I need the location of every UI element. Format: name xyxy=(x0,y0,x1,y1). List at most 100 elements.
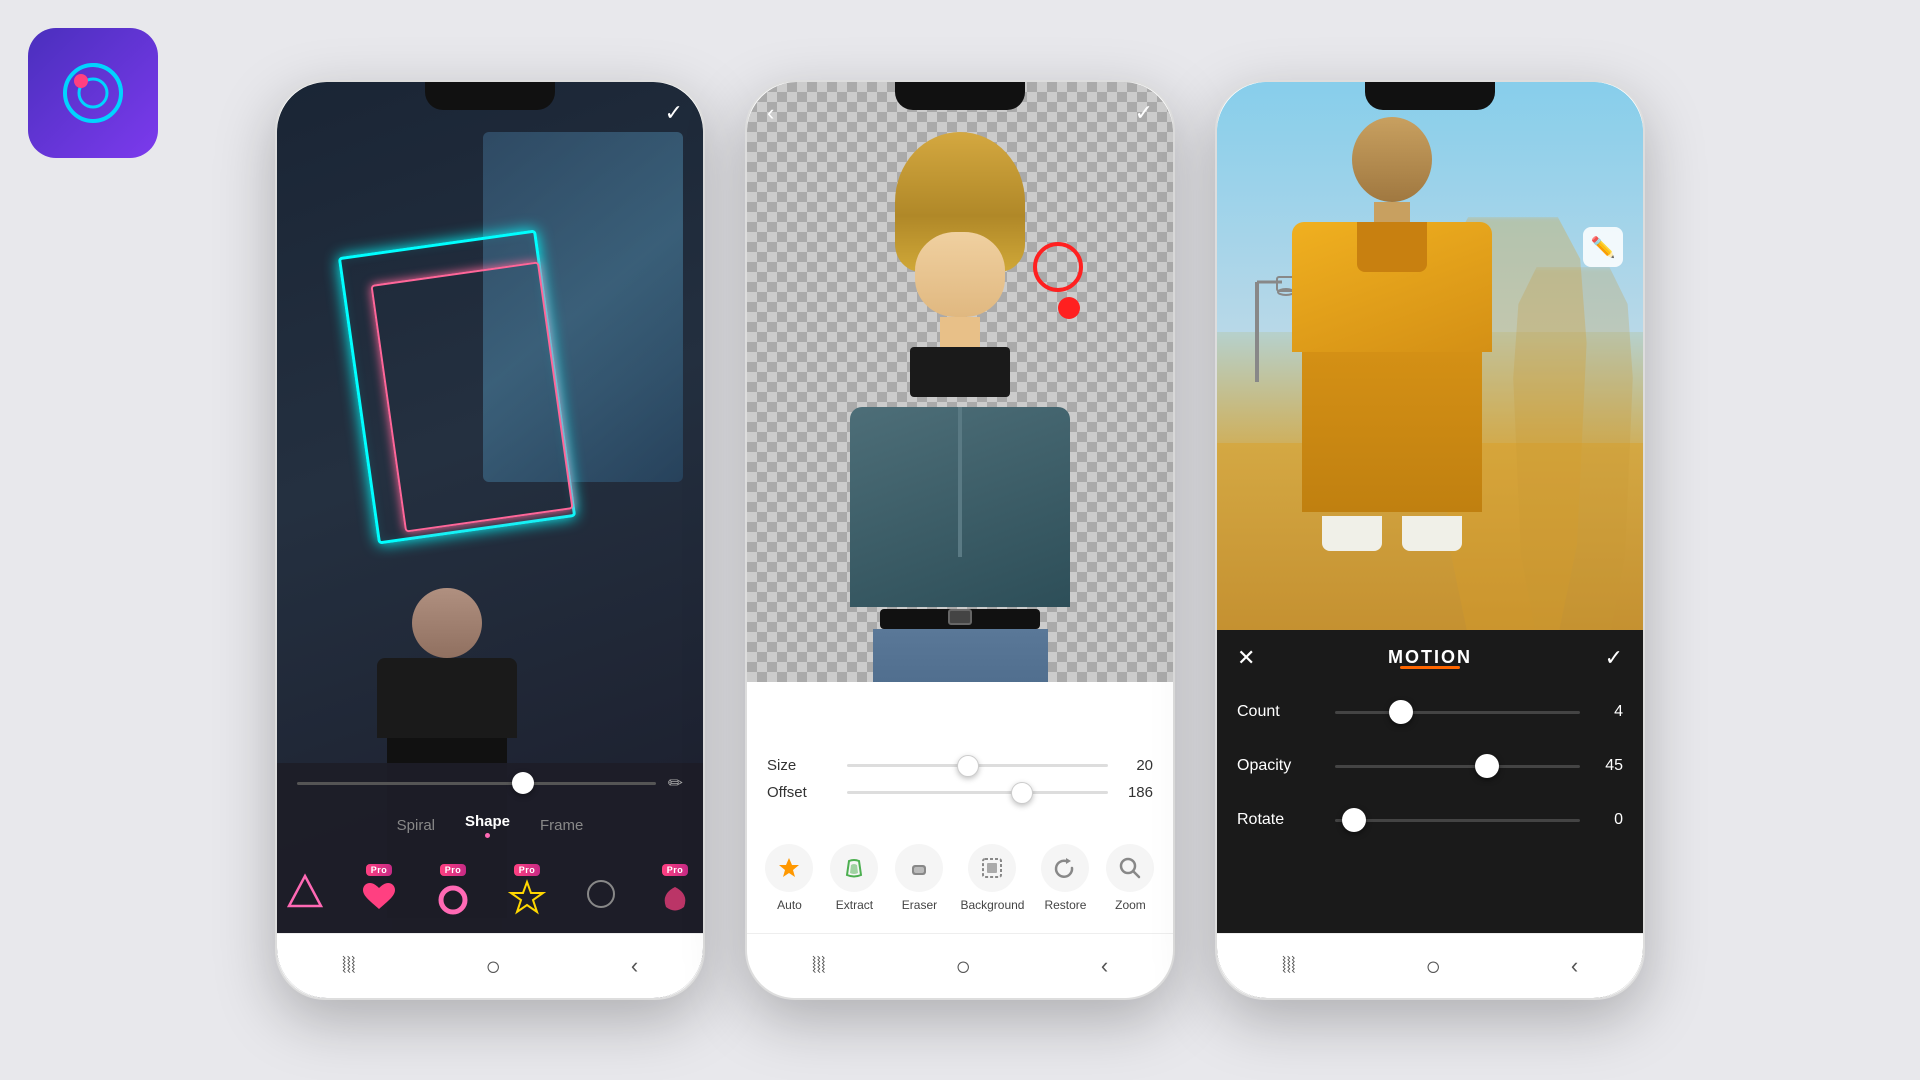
shape-abstract[interactable]: Pro xyxy=(647,858,703,923)
photo-area-3: ✏️ xyxy=(1217,82,1643,637)
pro-badge-ring: Pro xyxy=(440,864,467,876)
hoodie-pocket xyxy=(1357,222,1427,272)
pro-badge: Pro xyxy=(366,864,393,876)
rotate-row: Rotate 0 xyxy=(1237,801,1623,839)
woman-belt xyxy=(880,609,1040,629)
shape-tabs: Spiral Shape Frame xyxy=(277,803,703,848)
bottom-nav-1: ⦚⦚⦚ ○ ‹ xyxy=(277,933,703,998)
nav-menu-icon-3[interactable]: ⦚⦚⦚ xyxy=(1282,953,1296,979)
tool-icons-row: Auto Extract Eraser xyxy=(747,823,1173,933)
shoe-left xyxy=(1322,516,1382,551)
slider-area-1: ✏ xyxy=(277,763,703,803)
tool-restore[interactable]: Restore xyxy=(1041,844,1089,912)
head xyxy=(412,588,482,658)
main-person-container xyxy=(1287,117,1497,637)
offset-slider-thumb[interactable] xyxy=(1011,782,1033,804)
rotate-slider-thumb[interactable] xyxy=(1342,808,1366,832)
count-value: 4 xyxy=(1588,703,1623,721)
motion-check-button[interactable]: ✓ xyxy=(1605,645,1623,671)
opacity-slider-track-3[interactable] xyxy=(1335,765,1580,768)
nav-home-icon-2[interactable]: ○ xyxy=(955,951,971,982)
restore-icon xyxy=(1041,844,1089,892)
zoom-label: Zoom xyxy=(1115,898,1146,912)
belt-buckle xyxy=(948,609,972,625)
hoodie-top xyxy=(1292,222,1492,352)
tool-eraser[interactable]: Eraser xyxy=(895,844,943,912)
nav-menu-icon-2[interactable]: ⦚⦚⦚ xyxy=(812,953,826,979)
nav-home-icon-3[interactable]: ○ xyxy=(1425,951,1441,982)
zoom-icon xyxy=(1106,844,1154,892)
size-label: Size xyxy=(767,757,837,774)
main-head xyxy=(1352,117,1432,202)
shape-star[interactable]: Pro xyxy=(499,858,555,923)
nav-back-icon-2[interactable]: ‹ xyxy=(1101,953,1108,979)
tab-spiral[interactable]: Spiral xyxy=(397,817,435,835)
background-label: Background xyxy=(960,898,1024,912)
motion-close-button[interactable]: ✕ xyxy=(1237,645,1255,671)
woman-jacket xyxy=(850,407,1070,607)
check-button-2[interactable]: ✓ xyxy=(1135,100,1153,126)
basketball-pole xyxy=(1242,262,1292,387)
bottom-nav-2: ⦚⦚⦚ ○ ‹ xyxy=(747,933,1173,998)
eraser-tool-icon[interactable]: ✏ xyxy=(668,773,683,794)
extract-icon xyxy=(830,844,878,892)
woman-top xyxy=(910,347,1010,397)
nav-home-icon[interactable]: ○ xyxy=(485,951,501,982)
tool-controls-2: Size 20 Offset 186 xyxy=(747,745,1173,823)
extract-label: Extract xyxy=(836,898,873,912)
opacity-label: Opacity xyxy=(1237,757,1327,775)
woman-shorts xyxy=(873,629,1048,682)
offset-label: Offset xyxy=(767,784,837,801)
notch-2 xyxy=(895,82,1025,110)
eraser-label: Eraser xyxy=(902,898,937,912)
rotate-slider-track[interactable] xyxy=(1335,819,1580,822)
pro-badge-abstract: Pro xyxy=(662,864,689,876)
shape-circle[interactable] xyxy=(573,858,629,923)
nav-back-icon[interactable]: ‹ xyxy=(631,953,638,979)
shape-triangle[interactable] xyxy=(277,858,333,923)
tab-frame[interactable]: Frame xyxy=(540,817,583,835)
jacket-center xyxy=(958,407,962,557)
size-slider-thumb[interactable] xyxy=(957,755,979,777)
back-button-2[interactable]: ‹ xyxy=(767,100,774,126)
auto-label: Auto xyxy=(777,898,802,912)
motion-header: ✕ MOTION ✓ xyxy=(1217,630,1643,685)
shoes xyxy=(1287,516,1497,551)
opacity-slider-thumb-3[interactable] xyxy=(1475,754,1499,778)
tool-extract[interactable]: Extract xyxy=(830,844,878,912)
tool-background[interactable]: Background xyxy=(960,844,1024,912)
photo-area-2 xyxy=(747,82,1173,682)
count-row: Count 4 xyxy=(1237,693,1623,731)
opacity-slider-thumb[interactable] xyxy=(512,772,534,794)
woman-face xyxy=(915,232,1005,317)
motion-title-container: MOTION xyxy=(1388,647,1472,669)
restore-label: Restore xyxy=(1044,898,1086,912)
tool-auto[interactable]: Auto xyxy=(765,844,813,912)
neon-frame-pink xyxy=(370,261,573,532)
size-slider-track[interactable] xyxy=(847,764,1108,767)
opacity-value: 45 xyxy=(1588,757,1623,775)
offset-slider-track[interactable] xyxy=(847,791,1108,794)
app-icon[interactable] xyxy=(28,28,158,158)
tool-zoom[interactable]: Zoom xyxy=(1106,844,1154,912)
nav-back-icon-3[interactable]: ‹ xyxy=(1571,953,1578,979)
count-slider-thumb[interactable] xyxy=(1389,700,1413,724)
shape-heart[interactable]: Pro xyxy=(351,858,407,923)
shape-icons-row: Pro Pro Pro xyxy=(277,848,703,933)
check-button-1[interactable]: ✓ xyxy=(665,100,683,126)
eraser-circle-indicator xyxy=(1033,242,1083,292)
shoe-right xyxy=(1402,516,1462,551)
eraser-dot-indicator xyxy=(1058,297,1080,319)
offset-control-row: Offset 186 xyxy=(767,784,1153,801)
opacity-slider-track[interactable] xyxy=(297,782,656,785)
tab-shape[interactable]: Shape xyxy=(465,813,510,838)
woman-cutout xyxy=(810,132,1110,677)
outdoor-bg: ✏️ xyxy=(1217,82,1643,637)
rotate-label: Rotate xyxy=(1237,811,1327,829)
nav-menu-icon[interactable]: ⦚⦚⦚ xyxy=(342,953,356,979)
shape-ring[interactable]: Pro xyxy=(425,858,481,923)
count-slider-track[interactable] xyxy=(1335,711,1580,714)
ghost-person-far xyxy=(1508,267,1638,637)
motion-title: MOTION xyxy=(1388,647,1472,667)
brush-float-icon[interactable]: ✏️ xyxy=(1583,227,1623,267)
